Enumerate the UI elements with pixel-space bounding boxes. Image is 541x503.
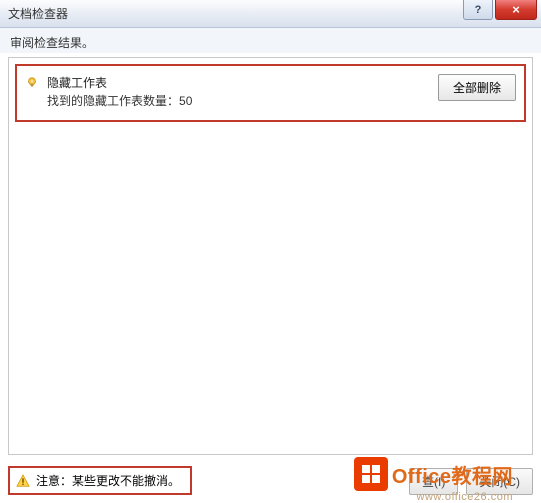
result-left: 隐藏工作表 找到的隐藏工作表数量：50 [25, 74, 192, 110]
results-panel: 隐藏工作表 找到的隐藏工作表数量：50 全部删除 [8, 57, 533, 455]
help-button[interactable]: ? [463, 0, 493, 20]
result-title: 隐藏工作表 [47, 74, 192, 92]
close-button[interactable]: × [495, 0, 537, 20]
subheader-text: 审阅检查结果。 [0, 28, 541, 53]
watermark-url: www.office26.com [417, 491, 513, 503]
warning-body: 某些更改不能撤消。 [72, 474, 180, 488]
warning-text: 注意：某些更改不能撤消。 [36, 472, 180, 489]
warning-label: 注意： [36, 474, 72, 488]
window-title: 文档检查器 [8, 5, 68, 22]
delete-all-button[interactable]: 全部删除 [438, 74, 516, 101]
warning-box: 注意：某些更改不能撤消。 [8, 466, 192, 495]
result-text: 隐藏工作表 找到的隐藏工作表数量：50 [47, 74, 192, 110]
warning-icon [16, 474, 30, 488]
title-bar: 文档检查器 ? × [0, 0, 541, 28]
info-icon [25, 76, 39, 90]
result-row: 隐藏工作表 找到的隐藏工作表数量：50 全部删除 [15, 64, 526, 122]
result-detail-prefix: 找到的隐藏工作表数量： [47, 94, 179, 108]
result-count: 50 [179, 94, 192, 108]
window-controls: ? × [461, 0, 537, 20]
result-detail: 找到的隐藏工作表数量：50 [47, 92, 192, 110]
